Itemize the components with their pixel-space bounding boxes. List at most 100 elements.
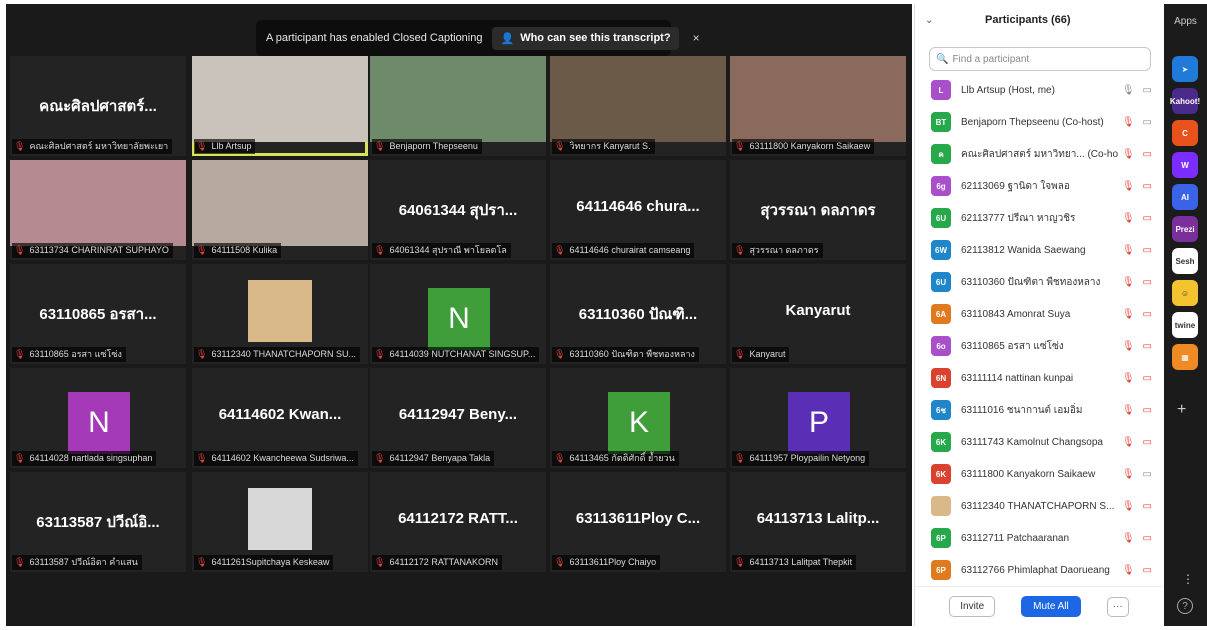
video-tile[interactable]: 🎙 63112340 THANATCHAPORN SU... [192,264,368,364]
participant-row[interactable]: 6P 63112711 Patchaaranan 🎙 ▭ [915,522,1164,554]
mic-muted-icon[interactable]: 🎙 [1122,373,1135,384]
mic-icon[interactable]: 🎙 [1122,85,1135,96]
participant-row[interactable]: 6U 62113777 ปรีณา หาญวชิร 🎙 ▭ [915,202,1164,234]
participant-row[interactable]: 6P 63112766 Phimlaphat Daorueang 🎙 ▭ [915,554,1164,586]
video-off-icon[interactable]: ▭ [1143,405,1152,416]
mic-muted-icon[interactable]: 🎙 [1122,565,1135,576]
video-tile[interactable]: Kanyarut 🎙 Kanyarut [730,264,906,364]
tile-name-text: 63111800 Kanyakorn Saikaew [749,141,871,151]
kahoot-app-icon[interactable]: Kahoot! [1170,88,1200,114]
participant-row[interactable]: 6o 63110865 อรสา แซ่โซ่ง 🎙 ▭ [915,330,1164,362]
video-off-icon[interactable]: ▭ [1143,501,1152,512]
video-tile[interactable]: คณะศิลปศาสตร์... 🎙 คณะศิลปศาสตร์ มหาวิทยาล… [10,56,186,156]
video-off-icon[interactable]: ▭ [1143,277,1152,288]
video-tile[interactable]: 64112172 RATT... 🎙 64112172 RATTANAKORN [370,472,546,572]
video-off-icon[interactable]: ▭ [1143,565,1152,576]
participant-row[interactable]: 6A 63110843 Amonrat Suya 🎙 ▭ [915,298,1164,330]
mic-muted-icon[interactable]: 🎙 [1122,117,1135,128]
participant-row[interactable]: 6K 63111800 Kanyakorn Saikaew 🎙 ▭ [915,458,1164,490]
w-app-icon[interactable]: W [1172,152,1198,178]
video-off-icon[interactable]: ▭ [1143,213,1152,224]
video-off-icon[interactable]: ▭ [1143,181,1152,192]
video-off-icon[interactable]: ▭ [1143,149,1152,160]
video-icon[interactable]: ▭ [1143,85,1152,96]
video-tile[interactable]: 🎙 Llb Artsup [192,56,368,156]
mic-muted-icon[interactable]: 🎙 [1122,213,1135,224]
video-tile[interactable]: 🎙 64111508 Kulika [192,160,368,260]
more-options-button[interactable]: ··· [1106,596,1129,617]
video-tile[interactable]: K 🎙 64113465 กัตติศักดิ์ ย้ำยวน [550,368,726,468]
video-icon[interactable]: ▭ [1143,469,1152,480]
transcript-visibility-button[interactable]: 👤 Who can see this transcript? [492,26,679,50]
video-icon[interactable]: ▭ [1143,117,1152,128]
twine-app-icon[interactable]: twine [1172,312,1198,338]
participant-row[interactable]: 6g 62113069 ฐานิดา ใจพลอ 🎙 ▭ [915,170,1164,202]
mic-muted-icon[interactable]: 🎙 [1122,309,1135,320]
c-app-icon[interactable]: C [1172,120,1198,146]
participant-row[interactable]: 6ช 63111016 ชนากานต์ เอมอิ่ม 🎙 ▭ [915,394,1164,426]
mic-muted-icon[interactable]: 🎙 [1122,405,1135,416]
video-tile[interactable]: 🎙 63111800 Kanyakorn Saikaew [730,56,906,156]
participant-row[interactable]: 6K 63111743 Kamolnut Changsopa 🎙 ▭ [915,426,1164,458]
more-icon[interactable]: ⋮ [1182,572,1194,586]
video-tile[interactable]: สุวรรณา ดลภาดร 🎙 สุวรรณา ดลภาดร [730,160,906,260]
video-tile[interactable]: 🎙 6411261Supitchaya Keskeaw [192,472,368,572]
video-tile[interactable]: 🎙 Benjaporn Thepseenu [370,56,546,156]
video-tile[interactable]: 63113587 ปวีณ์อิ... 🎙 63113587 ปวีณ์อิดา ค… [10,472,186,572]
tile-name-text: คณะศิลปศาสตร์ มหาวิทยาลัยพะเยา [29,141,169,151]
participant-row[interactable]: 63112340 THANATCHAPORN S... 🎙 ▭ [915,490,1164,522]
tile-display-name: 63113587 ปวีณ์อิ... [36,514,160,531]
help-icon[interactable]: ? [1177,598,1193,614]
video-tile[interactable]: 64114602 Kwan... 🎙 64114602 Kwancheewa Sud… [192,368,368,468]
avatar: 6K [931,432,951,452]
mic-muted-icon[interactable]: 🎙 [1122,277,1135,288]
avatar: N [428,288,490,350]
avatar: 6ช [931,400,951,420]
participant-row[interactable]: 6W 62113812 Wanida Saewang 🎙 ▭ [915,234,1164,266]
sesh-app-icon[interactable]: Sesh [1172,248,1198,274]
video-tile[interactable]: N 🎙 64114039 NUTCHANAT SINGSUP... [370,264,546,364]
video-tile[interactable]: 63110865 อรสา... 🎙 63110865 อรสา แซ่โซ่ง [10,264,186,364]
participant-row[interactable]: L Llb Artsup (Host, me) 🎙 ▭ [915,74,1164,106]
video-tile[interactable]: 🎙 63113734 CHARINRAT SUPHAYO [10,160,186,260]
prezi-app-icon[interactable]: Prezi [1172,216,1198,242]
arrow-app-icon[interactable]: ➤ [1172,56,1198,82]
add-app-icon[interactable]: + [1177,401,1186,419]
participant-row[interactable]: BT Benjaporn Thepseenu (Co-host) 🎙 ▭ [915,106,1164,138]
video-tile[interactable]: 64112947 Beny... 🎙 64112947 Benyapa Takla [370,368,546,468]
search-input[interactable]: Find a participant [952,54,1029,65]
smile-app-icon[interactable]: ☺ [1172,280,1198,306]
mic-muted-icon[interactable]: 🎙 [1122,181,1135,192]
chevron-down-icon[interactable]: ⌄ [925,15,985,26]
mic-muted-icon[interactable]: 🎙 [1122,501,1135,512]
video-off-icon[interactable]: ▭ [1143,437,1152,448]
mic-muted-icon[interactable]: 🎙 [1122,437,1135,448]
participant-search[interactable]: 🔍 Find a participant [929,47,1151,71]
blocks-app-icon[interactable]: ▦ [1172,344,1198,370]
mute-all-button[interactable]: Mute All [1021,596,1081,617]
mic-muted-icon[interactable]: 🎙 [1122,533,1135,544]
participant-row[interactable]: คคณะศิลปศาสตร์ มหาวิทยา... (Co-host) 🎙 ▭ [915,138,1164,170]
video-tile[interactable]: 63110360 ปัณฑิ... 🎙 63110360 ปัณฑิตา พืชทอ… [550,264,726,364]
video-tile[interactable]: 64061344 สุปรา... 🎙 64061344 สุปราณี พาโยล… [370,160,546,260]
video-tile[interactable]: 64113713 Lalitp... 🎙 64113713 Lalitpat The… [730,472,906,572]
mic-muted-icon[interactable]: 🎙 [1122,341,1135,352]
mic-muted-icon[interactable]: 🎙 [1122,149,1135,160]
participant-row[interactable]: 6N 63111114 nattinan kunpai 🎙 ▭ [915,362,1164,394]
invite-button[interactable]: Invite [949,596,996,617]
participant-row[interactable]: 6U 63110360 ปัณฑิตา พืชทองหลาง 🎙 ▭ [915,266,1164,298]
video-tile[interactable]: N 🎙 64114028 nartlada singsuphan [10,368,186,468]
video-off-icon[interactable]: ▭ [1143,341,1152,352]
ai-app-icon[interactable]: AI [1172,184,1198,210]
mic-muted-icon[interactable]: 🎙 [1122,469,1135,480]
video-tile[interactable]: P 🎙 64111957 Ploypailin Netyong [730,368,906,468]
video-off-icon[interactable]: ▭ [1143,373,1152,384]
video-off-icon[interactable]: ▭ [1143,533,1152,544]
mic-muted-icon[interactable]: 🎙 [1122,245,1135,256]
video-off-icon[interactable]: ▭ [1143,245,1152,256]
close-icon[interactable]: × [693,31,700,45]
video-tile[interactable]: 63113611Ploy C... 🎙 63113611Ploy Chaiyo [550,472,726,572]
video-off-icon[interactable]: ▭ [1143,309,1152,320]
video-tile[interactable]: 🎙 วิทยากร Kanyarut S. [550,56,726,156]
video-tile[interactable]: 64114646 chura... 🎙 64114646 churairat cam… [550,160,726,260]
